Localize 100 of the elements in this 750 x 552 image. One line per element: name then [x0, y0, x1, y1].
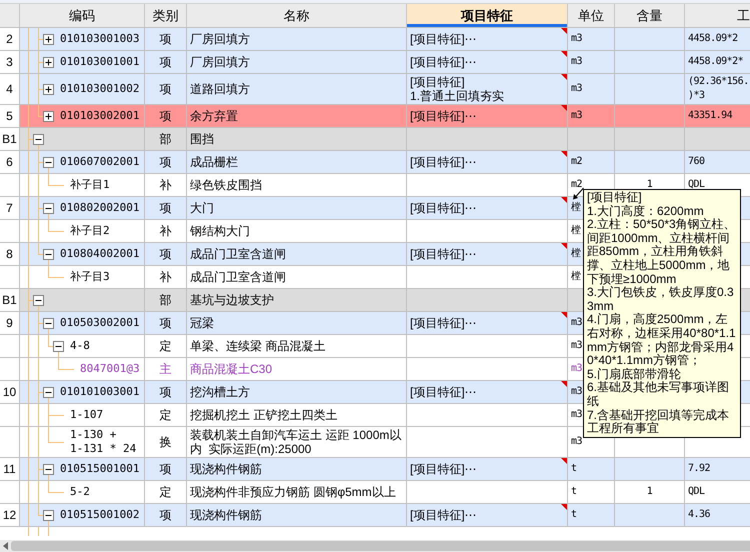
item-name: 商品混凝土C30 [187, 358, 407, 380]
table-row[interactable]: 2 010103001003 项 厂房回填方 [项目特征]⋯ m3 4458.09*2 [0, 28, 750, 51]
unit-cell: m2 [568, 151, 615, 173]
column-header[interactable]: 项目特征 [407, 4, 568, 27]
table-row[interactable]: 5-2 定 现浇构件非预应力钢筋 圆钢φ5mm以上 t 1 QDL [0, 481, 750, 504]
expand-icon[interactable] [43, 110, 54, 122]
item-name: 现浇构件非预应力钢筋 圆钢φ5mm以上 [187, 481, 407, 503]
item-code: 010103001001 [59, 54, 140, 70]
expression-cell: 4.36 [685, 504, 750, 526]
column-header[interactable]: 类别 [145, 4, 187, 27]
row-number: 7 [0, 197, 20, 219]
note-marker-icon [561, 243, 567, 249]
item-code: 010607002001 [59, 154, 140, 170]
collapse-icon[interactable] [43, 464, 54, 474]
expand-icon[interactable] [43, 56, 54, 68]
item-type: 项 [145, 197, 187, 219]
column-header[interactable]: 含量 [615, 4, 685, 27]
item-type: 补 [145, 220, 187, 242]
expand-icon[interactable] [43, 34, 54, 44]
column-header[interactable]: 编码 [20, 4, 145, 27]
unit-cell: m3 [568, 28, 615, 50]
row-number: 8 [0, 243, 20, 265]
note-marker-icon [561, 381, 567, 387]
row-number: 12 [0, 504, 20, 526]
quantity-cell: 1 [615, 481, 685, 503]
collapse-icon[interactable] [43, 248, 54, 260]
unit-cell: t [568, 481, 615, 503]
item-type: 部 [145, 128, 187, 150]
item-name: 围挡 [187, 128, 407, 150]
item-type: 项 [145, 243, 187, 265]
collapse-icon[interactable] [33, 134, 44, 144]
item-code: 补子目1 [69, 177, 110, 193]
item-code: 1-107 [69, 407, 104, 423]
item-name: 成品门卫室含道闸 [187, 243, 407, 265]
item-type: 补 [145, 266, 187, 288]
unit-cell: t [568, 458, 615, 480]
table-row[interactable]: 6 010607002001 项 成品栅栏 [项目特征]⋯ m2 760 [0, 151, 750, 174]
scrollbar-thumb[interactable] [11, 541, 750, 551]
note-marker-icon [561, 51, 567, 57]
item-type: 项 [145, 458, 187, 480]
feature-text: [项目特征]⋯ [410, 109, 477, 123]
item-type: 主 [145, 358, 187, 380]
unit-cell: t [568, 504, 615, 526]
expand-icon[interactable] [43, 84, 54, 94]
item-type: 项 [145, 151, 187, 173]
scroll-left-icon[interactable] [2, 542, 9, 550]
table-row[interactable]: 4 010103001002 项 道路回填方 [项目特征] 1.普通土回填夯实 m3 (92.36*156. )*3 [0, 74, 750, 105]
row-number: 3 [0, 51, 20, 73]
row-number: B1 [0, 289, 20, 311]
row-number: 5 [0, 105, 20, 127]
table-row[interactable]: 11 010515001001 项 现浇构件钢筋 [项目特征]⋯ t 7.92 [0, 458, 750, 481]
table-row[interactable]: B1 部 围挡 [0, 128, 750, 151]
collapse-icon[interactable] [43, 386, 54, 398]
collapse-icon[interactable] [43, 318, 54, 328]
expression-cell: QDL [685, 481, 750, 503]
item-name: 余方弃置 [187, 105, 407, 127]
expression-cell: 4458.09*2* [685, 51, 750, 73]
item-name: 厂房回填方 [187, 51, 407, 73]
note-marker-icon [561, 151, 567, 157]
item-type: 项 [145, 105, 187, 127]
item-name: 基坑与边坡支护 [187, 289, 407, 311]
row-number: 4 [0, 74, 20, 104]
item-type: 项 [145, 312, 187, 334]
row-number: 10 [0, 381, 20, 403]
collapse-icon[interactable] [43, 510, 54, 520]
feature-text: [项目特征] 1.普通土回填夯实 [410, 75, 504, 103]
item-name: 成品栅栏 [187, 151, 407, 173]
expression-cell: 4458.09*2 [685, 28, 750, 50]
item-code: 补子目3 [69, 269, 110, 285]
collapse-icon[interactable] [43, 156, 54, 168]
table-row[interactable]: 12 010515001002 项 现浇构件钢筋 [项目特征]⋯ t 4.36 [0, 504, 750, 527]
feature-text: [项目特征]⋯ [410, 247, 477, 261]
expression-cell: (92.36*156. )*3 [685, 74, 750, 104]
column-header[interactable]: 工 [685, 4, 750, 27]
feature-text: [项目特征]⋯ [410, 55, 477, 69]
item-type: 项 [145, 28, 187, 50]
collapse-icon[interactable] [43, 202, 54, 214]
feature-text: [项目特征]⋯ [410, 32, 477, 46]
item-name: 挖掘机挖土 正铲挖土四类土 [187, 404, 407, 426]
item-name: 大门 [187, 197, 407, 219]
row-number: 2 [0, 28, 20, 50]
note-marker-icon [561, 28, 567, 34]
item-code: 010103001002 [59, 81, 140, 97]
collapse-icon[interactable] [33, 294, 44, 306]
feature-text: [项目特征]⋯ [410, 462, 477, 476]
item-code: 4-8 [69, 338, 90, 354]
table-row[interactable]: 5 010103002001 项 余方弃置 [项目特征]⋯ m3 43351.94 [0, 105, 750, 128]
column-header[interactable]: 单位 [568, 4, 615, 27]
note-marker-icon [561, 105, 567, 111]
table-row[interactable]: 3 010103001001 项 厂房回填方 [项目特征]⋯ m3 4458.09*2* [0, 51, 750, 74]
note-marker-icon [561, 74, 567, 80]
unit-cell: m3 [568, 105, 615, 127]
item-code: 010802002001 [59, 200, 140, 216]
collapse-icon[interactable] [53, 340, 64, 352]
item-name: 冠梁 [187, 312, 407, 334]
expression-cell: 7.92 [685, 458, 750, 480]
note-marker-icon [561, 312, 567, 318]
note-marker-icon [561, 458, 567, 464]
item-code: 5-2 [69, 484, 90, 500]
item-name: 挖沟槽土方 [187, 381, 407, 403]
